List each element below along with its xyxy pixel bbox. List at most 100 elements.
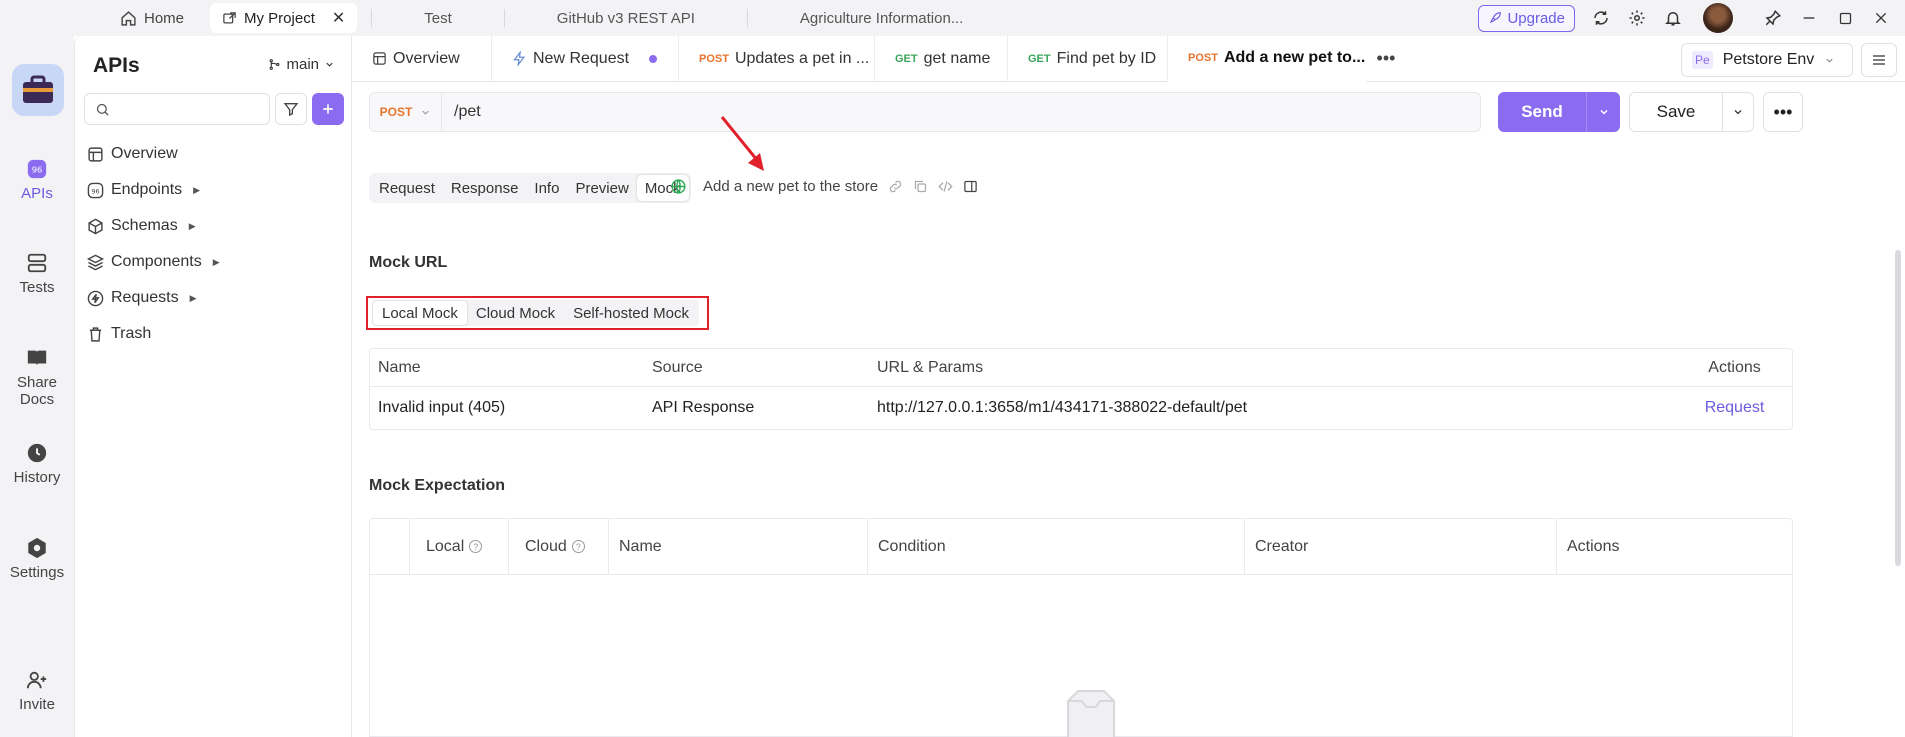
svg-text:96: 96	[91, 187, 99, 195]
rail-item-invite[interactable]: Invite	[0, 669, 74, 713]
request-tab-bar: Overview New Request POST Updates a pet …	[352, 35, 1905, 82]
mock-name: Invalid input (405)	[378, 399, 506, 416]
tab-label: Overview	[393, 49, 460, 67]
project-logo[interactable]	[12, 64, 64, 116]
vertical-scrollbar[interactable]	[1895, 250, 1901, 566]
main-panel: Overview New Request POST Updates a pet …	[352, 35, 1905, 737]
column-header: URL & Params	[877, 358, 984, 376]
sidebar-item-label: Requests	[111, 289, 179, 306]
mock-tab-cloud[interactable]: Cloud Mock	[467, 301, 564, 325]
code-icon[interactable]	[938, 179, 953, 194]
chevron-down-icon	[1824, 55, 1835, 66]
send-button[interactable]: Send	[1498, 92, 1620, 132]
upgrade-button[interactable]: Upgrade	[1478, 4, 1575, 32]
tab-add-pet[interactable]: POST Add a new pet to...	[1168, 35, 1366, 82]
sidebar-item-overview[interactable]: Overview	[87, 136, 343, 172]
tab-updates-pet[interactable]: POST Updates a pet in ...	[679, 35, 875, 82]
column-header: Creator	[1245, 518, 1557, 575]
subtab-request[interactable]: Request	[371, 175, 443, 201]
column-header: Condition	[868, 518, 1245, 575]
split-view-icon[interactable]	[963, 179, 978, 194]
environment-select[interactable]: Pe Petstore Env	[1681, 43, 1853, 77]
tab-find-pet[interactable]: GET Find pet by ID	[1008, 35, 1168, 82]
rail-item-settings[interactable]: Settings	[0, 537, 74, 581]
filter-icon	[283, 101, 299, 117]
close-icon[interactable]: ✕	[332, 8, 345, 28]
mock-url-table: Name Source URL & Params Actions Invalid…	[369, 348, 1793, 430]
method-select[interactable]: POST	[370, 93, 442, 131]
rail-item-tests[interactable]: Tests	[0, 252, 74, 296]
left-rail: 96 APIs Tests Share Docs History Setting…	[0, 36, 74, 737]
window-close-icon[interactable]	[1863, 10, 1899, 26]
request-link[interactable]: Request	[1677, 399, 1792, 417]
tab-get-name[interactable]: GET get name	[875, 35, 1008, 82]
more-tabs-icon[interactable]: •••	[1366, 48, 1406, 69]
column-header: Source	[652, 358, 703, 376]
svg-text:96: 96	[32, 165, 43, 175]
menu-button[interactable]	[1861, 43, 1897, 77]
sidebar-item-trash[interactable]: Trash	[87, 316, 343, 352]
sidebar-item-requests[interactable]: Requests ▶	[87, 280, 343, 316]
pin-icon[interactable]	[1755, 9, 1791, 27]
branch-selector[interactable]: main	[268, 56, 335, 73]
sidebar-search[interactable]	[84, 93, 297, 125]
method-badge: POST	[699, 52, 729, 65]
help-icon[interactable]: ?	[469, 540, 483, 553]
home-tab[interactable]: Home	[108, 4, 196, 32]
column-header: Actions	[1708, 358, 1761, 376]
url-input[interactable]: /pet	[454, 103, 481, 121]
maximize-icon[interactable]	[1827, 11, 1863, 26]
tab-label: Updates a pet in ...	[734, 49, 870, 67]
sidebar-item-schemas[interactable]: Schemas ▶	[87, 208, 343, 244]
bell-icon[interactable]	[1655, 9, 1691, 27]
book-icon	[0, 347, 74, 369]
api-sidebar: APIs main Overview 96 Endpoints ▶ Schema…	[74, 36, 352, 737]
subtab-info[interactable]: Info	[526, 175, 567, 201]
mock-expectation-title: Mock Expectation	[369, 477, 506, 494]
tab-overview[interactable]: Overview	[352, 35, 492, 82]
sidebar-item-components[interactable]: Components ▶	[87, 244, 343, 280]
tests-icon	[0, 252, 74, 274]
mock-tab-local[interactable]: Local Mock	[373, 301, 467, 325]
column-header: Name	[378, 358, 421, 376]
rail-item-history[interactable]: History	[0, 442, 74, 486]
caret-right-icon: ▶	[188, 220, 196, 231]
tab-new-request[interactable]: New Request	[492, 35, 679, 82]
mock-url[interactable]: http://127.0.0.1:3658/m1/434171-388022-d…	[877, 399, 1677, 417]
mock-type-tabs: Local Mock Cloud Mock Self-hosted Mock	[366, 296, 709, 330]
mock-tab-self-hosted[interactable]: Self-hosted Mock	[564, 301, 698, 325]
subtab-preview[interactable]: Preview	[567, 175, 636, 201]
minimize-icon[interactable]	[1791, 10, 1827, 26]
rail-item-share-docs[interactable]: Share Docs	[0, 347, 74, 408]
rail-label-share-docs: Share Docs	[16, 374, 58, 408]
save-dropdown[interactable]	[1722, 92, 1754, 132]
sidebar-nav: Overview 96 Endpoints ▶ Schemas ▶ Compon…	[87, 136, 343, 352]
help-icon[interactable]: ?	[571, 540, 585, 553]
window-tab-agriculture[interactable]: Agriculture Information...	[762, 10, 1001, 27]
subtab-response[interactable]: Response	[443, 175, 527, 201]
gear-icon[interactable]	[1619, 9, 1655, 27]
column-header: Name	[609, 518, 868, 575]
chevron-down-icon	[420, 107, 431, 118]
window-tab-github[interactable]: GitHub v3 REST API	[519, 10, 733, 27]
sidebar-item-endpoints[interactable]: 96 Endpoints ▶	[87, 172, 343, 208]
clock-icon	[0, 442, 74, 464]
rail-label-invite: Invite	[19, 696, 55, 713]
tab-label: Add a new pet to...	[1223, 48, 1366, 66]
rail-item-apis[interactable]: 96 APIs	[0, 158, 74, 202]
save-button[interactable]: Save	[1629, 92, 1723, 132]
add-button[interactable]	[312, 93, 344, 125]
more-options-button[interactable]: •••	[1763, 92, 1803, 132]
copy-icon[interactable]	[913, 179, 928, 194]
filter-button[interactable]	[275, 93, 307, 125]
avatar[interactable]	[1703, 3, 1733, 33]
env-badge: Pe	[1692, 51, 1713, 69]
window-tab-test[interactable]: Test	[386, 10, 490, 27]
chevron-down-icon[interactable]	[1586, 92, 1620, 132]
globe-icon[interactable]	[670, 178, 687, 195]
mock-expectation-table: Local ? Cloud ? Name Condition Creator A…	[369, 518, 1793, 737]
link-icon[interactable]	[888, 179, 903, 194]
search-input[interactable]	[116, 101, 297, 117]
sync-icon[interactable]	[1583, 9, 1619, 27]
project-tab[interactable]: My Project ✕	[210, 3, 358, 33]
